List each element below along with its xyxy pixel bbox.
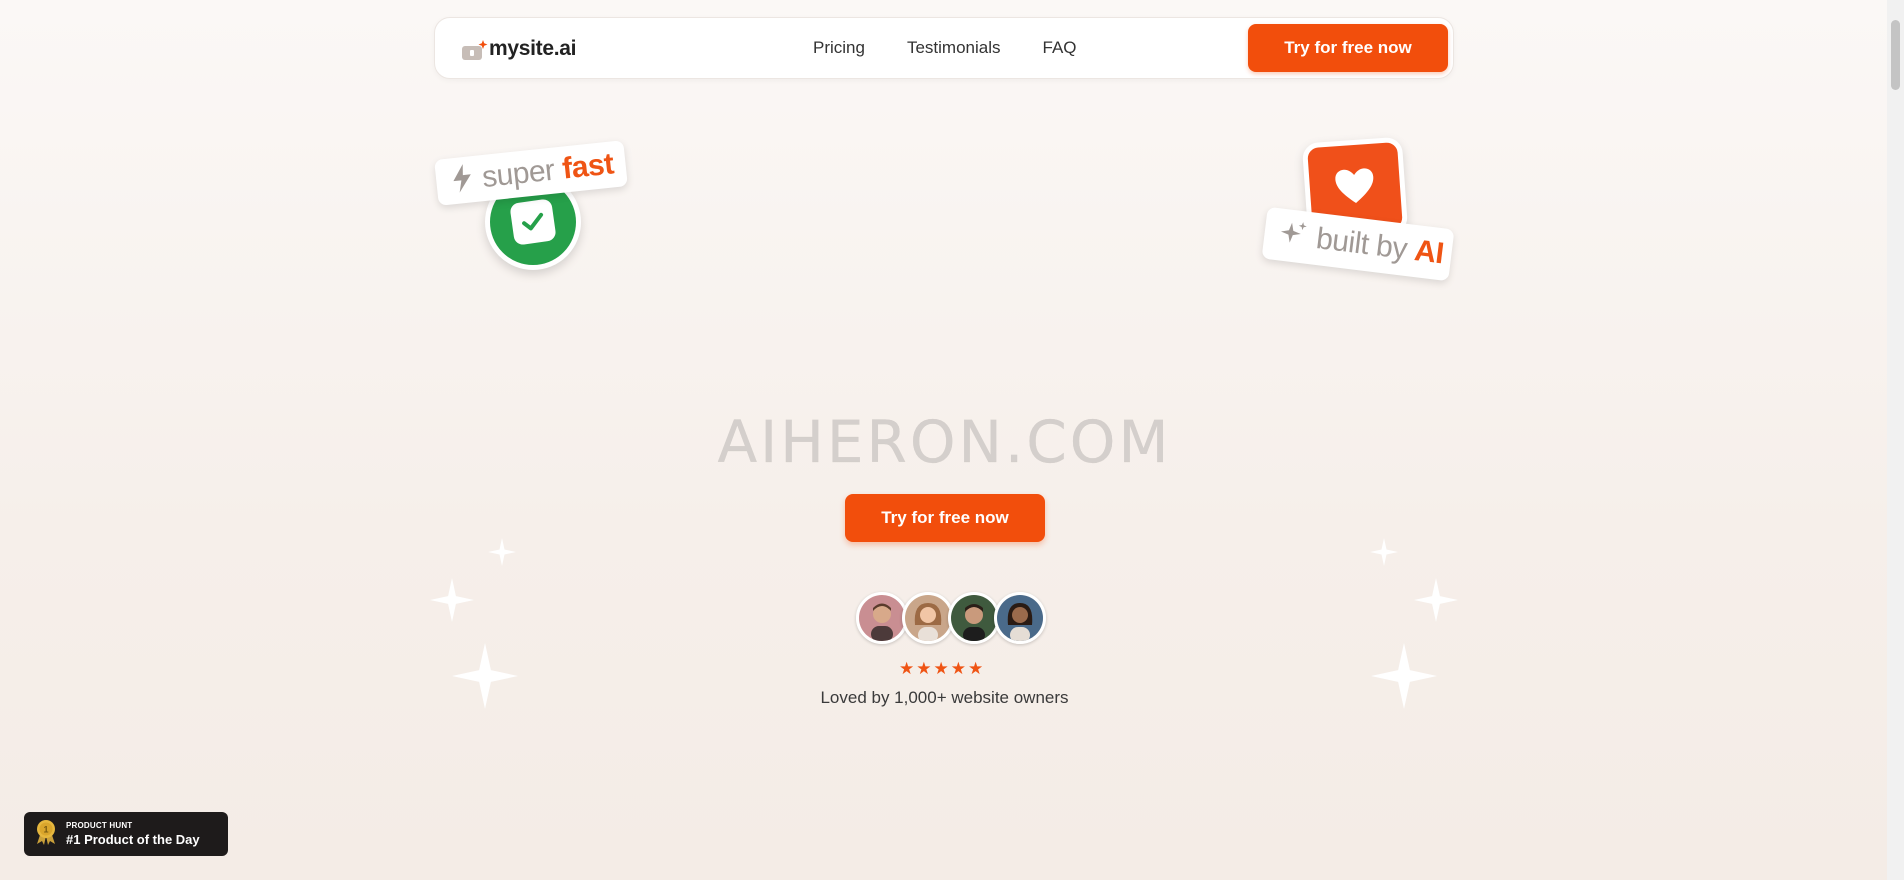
sticker-word-ai: AI [1412, 234, 1446, 271]
svg-text:1: 1 [43, 824, 48, 834]
hero-try-free-button[interactable]: Try for free now [845, 494, 1045, 542]
product-hunt-text: PRODUCT HUNT #1 Product of the Day [66, 821, 200, 847]
medal-icon: 1 [34, 819, 58, 850]
top-navbar: mysite.ai Pricing Testimonials FAQ Try f… [434, 17, 1454, 79]
page-scrollbar[interactable] [1887, 0, 1904, 880]
sticker-word-super: super [480, 153, 557, 195]
nav-links: Pricing Testimonials FAQ [813, 38, 1119, 58]
sparkle-icon [430, 578, 474, 622]
sparkles-icon [1276, 217, 1310, 255]
sticker-word-built-by: built by [1314, 222, 1409, 266]
sparkle-icon [452, 643, 518, 709]
sparkle-icon [1370, 538, 1398, 566]
logo-icon [461, 40, 488, 60]
avatar [856, 592, 908, 644]
product-hunt-title: #1 Product of the Day [66, 832, 200, 847]
avatar [902, 592, 954, 644]
sparkle-icon [1414, 578, 1458, 622]
check-icon [509, 198, 557, 246]
hero-heading: AIHERON.COM [717, 408, 1172, 476]
customer-avatars [856, 592, 1046, 644]
nav-try-free-button[interactable]: Try for free now [1248, 24, 1448, 72]
social-proof-text: Loved by 1,000+ website owners [820, 688, 1069, 707]
rating-stars: ★ ★ ★ ★ ★ [899, 660, 983, 678]
sparkle-icon [488, 538, 516, 566]
nav-link-faq[interactable]: FAQ [1043, 38, 1077, 58]
avatar [994, 592, 1046, 644]
star-icon: ★ [899, 659, 915, 678]
star-icon: ★ [933, 659, 949, 678]
sparkle-icon [1371, 643, 1437, 709]
logo-text: mysite.ai [489, 37, 577, 60]
nav-link-testimonials[interactable]: Testimonials [907, 38, 1001, 58]
star-icon: ★ [968, 659, 984, 678]
super-fast-sticker: super fast [434, 140, 628, 206]
site-logo[interactable]: mysite.ai [461, 37, 576, 61]
avatar [948, 592, 1000, 644]
scrollbar-thumb[interactable] [1891, 20, 1900, 90]
built-by-ai-sticker: built by AI [1261, 206, 1455, 282]
product-hunt-badge[interactable]: 1 PRODUCT HUNT #1 Product of the Day [24, 812, 228, 856]
nav-link-pricing[interactable]: Pricing [813, 38, 865, 58]
sticker-word-fast: fast [560, 147, 616, 186]
star-icon: ★ [950, 659, 966, 678]
product-hunt-label: PRODUCT HUNT [66, 821, 133, 830]
lightning-icon [449, 162, 477, 199]
heart-icon [1333, 165, 1378, 211]
star-icon: ★ [916, 659, 932, 678]
